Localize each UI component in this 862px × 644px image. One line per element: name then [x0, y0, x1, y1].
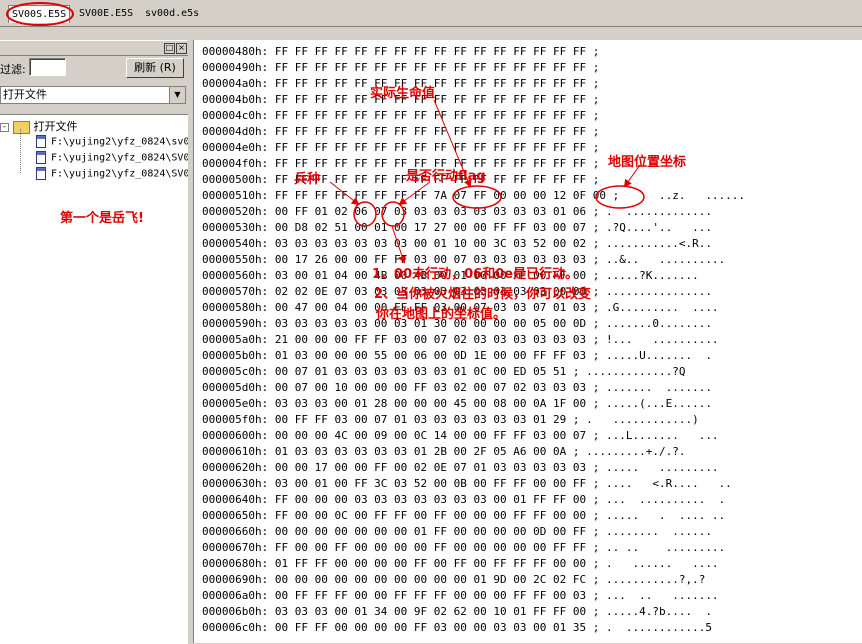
- tree-root[interactable]: - 打开文件: [0, 118, 78, 134]
- annotation-first-is: 第一个是岳飞!: [60, 211, 144, 226]
- hex-row[interactable]: 00000480h: FF FF FF FF FF FF FF FF FF FF…: [202, 44, 745, 60]
- file-path: F:\yujing2\yfz_0824\SV0: [51, 168, 188, 180]
- file-tab-bar: SV00S.E5S SV00E.E5S sv00d.e5s: [0, 0, 862, 27]
- hex-row[interactable]: 000005a0h: 21 00 00 00 FF FF 03 00 07 02…: [202, 332, 745, 348]
- tab-sv00d[interactable]: sv00d.e5s: [142, 5, 202, 22]
- hex-row[interactable]: 00000680h: 01 FF FF 00 00 00 00 FF 00 FF…: [202, 556, 745, 572]
- hex-row[interactable]: 00000650h: FF 00 00 0C 00 FF FF 00 FF 00…: [202, 508, 745, 524]
- hex-row[interactable]: 000006a0h: 00 FF FF FF 00 00 FF FF FF 00…: [202, 588, 745, 604]
- annotation-map-coord: 地图位置坐标: [608, 155, 687, 170]
- annotation-action-flag: 是否行动flag: [406, 169, 486, 184]
- tab-sv00s[interactable]: SV00S.E5S: [8, 5, 71, 23]
- annotation-note-3: 你在地图上的坐标值。: [376, 307, 507, 322]
- tree-file-item[interactable]: F:\yujing2\yfz_0824\sv0: [36, 135, 188, 148]
- tab-sv00e[interactable]: SV00E.E5S: [76, 5, 136, 22]
- hex-row[interactable]: 000004d0h: FF FF FF FF FF FF FF FF FF FF…: [202, 124, 745, 140]
- hex-row[interactable]: 000005b0h: 01 03 00 00 00 55 00 06 00 0D…: [202, 348, 745, 364]
- restore-icon[interactable]: □: [164, 43, 175, 54]
- hex-row[interactable]: 00000660h: 00 00 00 00 00 00 00 01 FF 00…: [202, 524, 745, 540]
- hex-row[interactable]: 000004b0h: FF FF FF FF FF FF FF FF FF FF…: [202, 92, 745, 108]
- annotation-note-2: 2、当你被火烟住的时候，你可以改变: [374, 287, 592, 302]
- hex-row[interactable]: 00000690h: 00 00 00 00 00 00 00 00 00 00…: [202, 572, 745, 588]
- hex-row[interactable]: 00000630h: 03 00 01 00 FF 3C 03 52 00 0B…: [202, 476, 745, 492]
- hex-row[interactable]: 00000490h: FF FF FF FF FF FF FF FF FF FF…: [202, 60, 745, 76]
- chevron-down-icon[interactable]: ▼: [169, 87, 185, 103]
- hex-row[interactable]: 00000610h: 01 03 03 03 03 03 03 01 2B 00…: [202, 444, 745, 460]
- refresh-button[interactable]: 刷新 (R): [126, 58, 184, 78]
- hex-row[interactable]: 00000600h: 00 00 00 4C 00 09 00 0C 14 00…: [202, 428, 745, 444]
- hex-rows: 00000480h: FF FF FF FF FF FF FF FF FF FF…: [202, 44, 745, 636]
- hex-row[interactable]: 00000540h: 03 03 03 03 03 03 03 00 01 10…: [202, 236, 745, 252]
- folder-open-icon: [12, 120, 30, 134]
- hex-editor-view[interactable]: 00000480h: FF FF FF FF FF FF FF FF FF FF…: [193, 40, 862, 643]
- hex-row[interactable]: 000005f0h: 00 FF FF 03 00 07 01 03 03 03…: [202, 412, 745, 428]
- file-tree: - 打开文件 F:\yujing2\yfz_0824\sv0 F:\yujing…: [0, 114, 188, 644]
- tree-file-item[interactable]: F:\yujing2\yfz_0824\SV0: [36, 151, 188, 164]
- view-dropdown[interactable]: 打开文件 ▼: [0, 86, 186, 104]
- hex-row[interactable]: 000004a0h: FF FF FF FF FF FF FF FF FF FF…: [202, 76, 745, 92]
- hex-row[interactable]: 000005e0h: 03 03 03 00 01 28 00 00 00 45…: [202, 396, 745, 412]
- file-icon: [36, 151, 46, 164]
- hex-row[interactable]: 00000530h: 00 D8 02 51 00 01 00 17 27 00…: [202, 220, 745, 236]
- tree-file-item[interactable]: F:\yujing2\yfz_0824\SV0: [36, 167, 188, 180]
- hex-row[interactable]: 00000670h: FF 00 00 FF 00 00 00 00 FF 00…: [202, 540, 745, 556]
- hex-row[interactable]: 000006b0h: 03 03 03 00 01 34 00 9F 02 62…: [202, 604, 745, 620]
- filter-input[interactable]: [29, 58, 66, 76]
- tree-root-label: 打开文件: [33, 120, 78, 133]
- file-path: F:\yujing2\yfz_0824\SV0: [51, 152, 188, 164]
- hex-row[interactable]: 000005c0h: 00 07 01 03 03 03 03 03 03 01…: [202, 364, 745, 380]
- hex-row[interactable]: 000004c0h: FF FF FF FF FF FF FF FF FF FF…: [202, 108, 745, 124]
- tree-connector: [20, 129, 21, 173]
- hex-row[interactable]: 00000510h: FF FF FF FF FF FF FF FF 7A 07…: [202, 188, 745, 204]
- annotation-actual-hp: 实际生命值: [370, 86, 436, 101]
- panel-titlebar: □ ×: [0, 40, 188, 56]
- hex-row[interactable]: 000006c0h: 00 FF FF 00 00 00 00 FF 03 00…: [202, 620, 745, 636]
- hex-row[interactable]: 00000620h: 00 00 17 00 00 FF 00 02 0E 07…: [202, 460, 745, 476]
- filter-label: 过滤:: [0, 63, 26, 76]
- annotation-unit-type: 兵种: [294, 172, 321, 187]
- file-path: F:\yujing2\yfz_0824\sv0: [51, 136, 188, 148]
- close-icon[interactable]: ×: [176, 43, 187, 54]
- file-icon: [36, 167, 46, 180]
- hex-row[interactable]: 00000520h: 00 FF 01 02 06 07 03 03 03 03…: [202, 204, 745, 220]
- collapse-icon[interactable]: -: [0, 122, 9, 132]
- annotation-note-1: 1、00未行动，06和0e是已行动。: [372, 267, 579, 282]
- file-icon: [36, 135, 46, 148]
- file-manager-panel: □ × 过滤: 刷新 (R) 打开文件 ▼ - 打开文件 F:\yujing2\…: [0, 40, 188, 644]
- dropdown-value: 打开文件: [3, 88, 47, 101]
- hex-row[interactable]: 00000640h: FF 00 00 00 03 03 03 03 03 03…: [202, 492, 745, 508]
- hex-row[interactable]: 000005d0h: 00 07 00 10 00 00 00 FF 03 02…: [202, 380, 745, 396]
